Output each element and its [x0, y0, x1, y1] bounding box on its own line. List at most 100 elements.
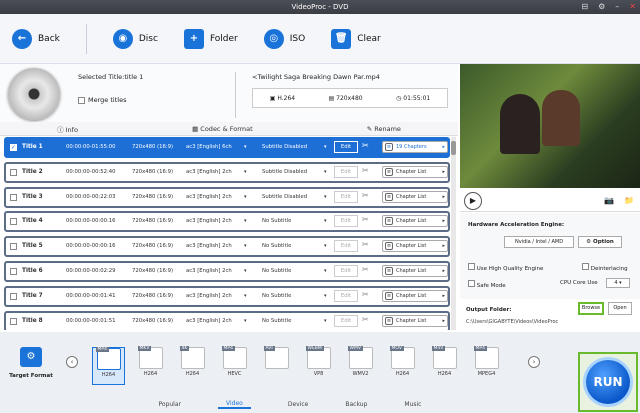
chapter-list-button[interactable]: ≡ Chapter List ▸: [382, 165, 448, 178]
audio-dropdown-icon[interactable]: ▾: [244, 218, 247, 224]
play-button[interactable]: ▶: [464, 192, 482, 210]
folder-button[interactable]: + Folder: [183, 28, 238, 49]
format-item[interactable]: AVI: [260, 346, 293, 385]
option-button[interactable]: ⚙ Option: [578, 236, 622, 248]
format-item[interactable]: M4V H264: [428, 346, 461, 385]
open-button[interactable]: Open: [608, 302, 632, 315]
pin-icon[interactable]: ⊟: [581, 0, 588, 14]
safe-mode-checkbox[interactable]: Safe Mode: [468, 280, 506, 289]
deinterlacing-checkbox[interactable]: Deinterlacing: [582, 263, 628, 272]
scissors-icon[interactable]: ✂: [362, 290, 369, 299]
merge-titles-checkbox[interactable]: Merge titles: [78, 96, 126, 104]
table-row[interactable]: ✓ Title 1 00:00:00-01:55:00 720x480 (16:…: [4, 137, 450, 158]
scissors-icon[interactable]: ✂: [362, 315, 369, 324]
cpu-core-select[interactable]: 4 ▾: [606, 278, 630, 288]
back-button[interactable]: ← Back: [12, 28, 60, 49]
row-audio[interactable]: ac3 [English] 2ch: [186, 169, 232, 175]
scissors-icon[interactable]: ✂: [362, 215, 369, 224]
chapter-list-button[interactable]: ≡ 19 Chapters ▸: [382, 141, 448, 153]
edit-button[interactable]: Edit: [334, 215, 358, 228]
table-row[interactable]: Title 6 00:00:00-00:02:29 720x480 (16:9)…: [4, 260, 450, 282]
audio-dropdown-icon[interactable]: ▾: [244, 194, 247, 200]
row-subtitle[interactable]: No Subtitle: [262, 293, 291, 299]
audio-dropdown-icon[interactable]: ▾: [244, 243, 247, 249]
row-audio[interactable]: ac3 [English] 2ch: [186, 268, 232, 274]
row-subtitle[interactable]: Subtitle Disabled: [262, 144, 307, 150]
prev-format-button[interactable]: ‹: [66, 356, 78, 368]
row-checkbox[interactable]: [10, 193, 17, 203]
row-subtitle[interactable]: No Subtitle: [262, 318, 291, 324]
scrollbar[interactable]: [451, 137, 456, 330]
edit-button[interactable]: Edit: [334, 141, 358, 153]
format-item[interactable]: MP4 MPEG4: [470, 346, 503, 385]
audio-dropdown-icon[interactable]: ▾: [244, 318, 247, 324]
nvidia-checkbox[interactable]: Nvidia / Intel / AMD: [504, 236, 574, 248]
row-audio[interactable]: ac3 [English] 2ch: [186, 194, 232, 200]
disc-button[interactable]: ◉ Disc: [112, 28, 158, 49]
audio-dropdown-icon[interactable]: ▾: [244, 169, 247, 175]
subtitle-dropdown-icon[interactable]: ▾: [324, 194, 327, 200]
chapter-list-button[interactable]: ≡ Chapter List ▸: [382, 190, 448, 203]
tab-popular[interactable]: Popular: [159, 401, 182, 408]
scroll-thumb[interactable]: [451, 141, 456, 155]
scissors-icon[interactable]: ✂: [362, 240, 369, 249]
scissors-icon[interactable]: ✂: [362, 166, 369, 175]
edit-button[interactable]: Edit: [334, 264, 358, 277]
tab-rename[interactable]: ✎ Rename: [367, 125, 401, 133]
snapshot-icon[interactable]: 📷: [604, 196, 614, 205]
row-audio[interactable]: ac3 [English] 2ch: [186, 218, 232, 224]
format-item[interactable]: WEBM VP8: [302, 346, 335, 385]
row-subtitle[interactable]: No Subtitle: [262, 218, 291, 224]
edit-button[interactable]: Edit: [334, 165, 358, 178]
subtitle-dropdown-icon[interactable]: ▾: [324, 293, 327, 299]
table-row[interactable]: Title 5 00:00:00-00:00:16 720x480 (16:9)…: [4, 236, 450, 258]
chapter-list-button[interactable]: ≡ Chapter List ▸: [382, 314, 448, 327]
chapter-list-button[interactable]: ≡ Chapter List ▸: [382, 215, 448, 228]
scissors-icon[interactable]: ✂: [362, 141, 369, 150]
row-audio[interactable]: ac3 [English] 2ch: [186, 318, 232, 324]
row-subtitle[interactable]: No Subtitle: [262, 243, 291, 249]
row-checkbox[interactable]: [10, 267, 17, 277]
table-row[interactable]: Title 2 00:00:00-00:52:40 720x480 (16:9)…: [4, 161, 450, 183]
format-item[interactable]: MP4 H264: [92, 347, 125, 385]
next-format-button[interactable]: ›: [528, 356, 540, 368]
edit-button[interactable]: Edit: [334, 289, 358, 302]
hq-engine-checkbox[interactable]: Use High Quality Engine: [468, 263, 543, 272]
row-checkbox[interactable]: [10, 168, 17, 178]
tab-codec-format[interactable]: ▦ Codec & Format: [192, 125, 253, 133]
edit-button[interactable]: Edit: [334, 240, 358, 253]
tab-music[interactable]: Music: [404, 401, 421, 408]
row-audio[interactable]: ac3 [English] 6ch: [186, 144, 232, 150]
subtitle-dropdown-icon[interactable]: ▾: [324, 218, 327, 224]
chapter-list-button[interactable]: ≡ Chapter List ▸: [382, 264, 448, 277]
table-row[interactable]: Title 4 00:00:00-00:00:16 720x480 (16:9)…: [4, 211, 450, 233]
run-button[interactable]: RUN: [578, 352, 638, 412]
row-subtitle[interactable]: Subtitle Disabled: [262, 194, 307, 200]
browse-button[interactable]: Browse: [578, 302, 604, 315]
minimize-icon[interactable]: –: [615, 0, 619, 14]
chapter-list-button[interactable]: ≡ Chapter List ▸: [382, 289, 448, 302]
audio-dropdown-icon[interactable]: ▾: [244, 293, 247, 299]
format-item[interactable]: 4K H264: [176, 346, 209, 385]
table-row[interactable]: Title 3 00:00:00-00:22:03 720x480 (16:9)…: [4, 186, 450, 208]
format-item[interactable]: MOV H264: [386, 346, 419, 385]
chapter-list-button[interactable]: ≡ Chapter List ▸: [382, 240, 448, 253]
row-checkbox[interactable]: [10, 218, 17, 227]
edit-button[interactable]: Edit: [334, 190, 358, 203]
scissors-icon[interactable]: ✂: [362, 265, 369, 274]
row-audio[interactable]: ac3 [English] 2ch: [186, 243, 232, 249]
row-subtitle[interactable]: No Subtitle: [262, 268, 291, 274]
tab-device[interactable]: Device: [288, 401, 309, 408]
row-checkbox[interactable]: [10, 243, 17, 252]
table-row[interactable]: Title 8 00:00:00-00:01:51 720x480 (16:9)…: [4, 310, 450, 330]
row-checkbox[interactable]: [10, 292, 17, 302]
close-icon[interactable]: ✕: [629, 0, 636, 14]
audio-dropdown-icon[interactable]: ▾: [244, 268, 247, 274]
format-item[interactable]: WMV WMV2: [344, 346, 377, 385]
row-checkbox[interactable]: ✓: [10, 144, 17, 151]
tab-backup[interactable]: Backup: [345, 401, 367, 408]
iso-button[interactable]: ◎ ISO: [263, 28, 305, 49]
row-subtitle[interactable]: Subtitle Disabled: [262, 169, 307, 175]
audio-dropdown-icon[interactable]: ▾: [244, 144, 247, 150]
scissors-icon[interactable]: ✂: [362, 191, 369, 200]
